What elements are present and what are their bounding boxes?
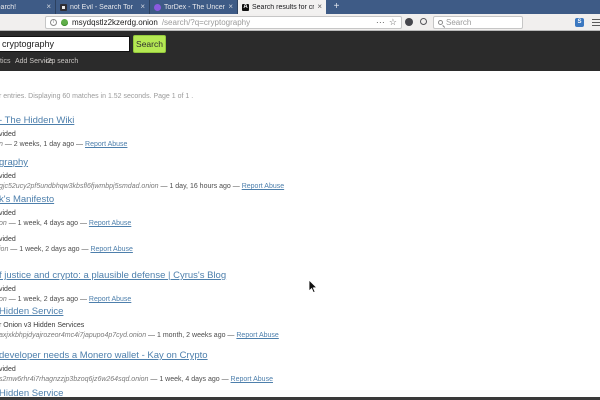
tordex-favicon-icon (154, 4, 161, 11)
ahmia-favicon-icon: A (242, 4, 249, 11)
tab-title: TorDex - The Uncensored Tor lin (164, 4, 225, 11)
new-tab-button[interactable]: + (330, 1, 343, 13)
url-host: msydqstlz2kzerdg.onion (72, 18, 158, 27)
bookmark-star-icon[interactable]: ☆ (389, 18, 397, 27)
tab-close-icon[interactable]: × (317, 3, 322, 11)
search-result: Hidden Service r Onion v3 Hidden Service… (0, 301, 597, 340)
result-description: vided (0, 286, 597, 294)
tab-title: Search! (0, 4, 43, 11)
tab-close-icon[interactable]: × (46, 3, 51, 11)
result-age: — 1 month, 2 weeks ago — (146, 332, 236, 339)
nav-link-i2p-search[interactable]: i2p search (46, 58, 78, 65)
search-result: - The Hidden Wiki vided n — 2 weeks, 1 d… (0, 110, 597, 149)
result-description: r Onion v3 Hidden Services (0, 322, 597, 330)
result-age: — 1 week, 4 days ago — (148, 376, 230, 383)
site-info-icon[interactable]: i (50, 19, 57, 26)
site-search-input[interactable] (0, 36, 130, 52)
search-result: graphy vided gjc52ucy2pf5undbhqw3kbsfl6f… (0, 152, 597, 191)
results-summary: r entries. Displaying 60 matches in 1.52… (0, 93, 193, 100)
extension-filled-circle-icon[interactable] (405, 18, 413, 26)
result-meta: n — 2 weeks, 1 day ago — Report Abuse (0, 141, 597, 149)
navigation-toolbar: i msydqstlz2kzerdg.onion/search/?q=crypt… (0, 14, 600, 31)
report-abuse-link[interactable]: Report Abuse (90, 246, 132, 253)
search-icon (438, 20, 443, 25)
result-description: vided (0, 173, 597, 181)
page-actions-icon[interactable]: ⋯ (376, 18, 385, 27)
onion-site-icon (61, 19, 68, 26)
search-result: k's Manifesto vided on — 1 week, 4 days … (0, 189, 597, 228)
tab-close-icon[interactable]: × (228, 3, 233, 11)
result-age: — 2 weeks, 1 day ago — (3, 141, 85, 148)
tab-ahmia-search[interactable]: Search! × (0, 0, 56, 14)
result-meta: ion — 1 week, 2 days ago — Report Abuse (0, 246, 597, 254)
browser-search-placeholder: Search (446, 18, 471, 27)
result-age: — 1 week, 4 days ago — (7, 220, 89, 227)
report-abuse-link[interactable]: Report Abuse (231, 376, 273, 383)
tab-close-icon[interactable]: × (140, 3, 145, 11)
result-url: on (0, 220, 7, 227)
result-description: vided (0, 210, 597, 218)
result-url: s2mw6rhr4i7rhagnzzjp3bzoq6jz6w264sqd.oni… (0, 376, 148, 383)
tab-tordex[interactable]: TorDex - The Uncensored Tor lin × (150, 0, 238, 14)
tab-title: not Evil - Search Tor (70, 4, 137, 11)
search-result: developer needs a Monero wallet - Kay on… (0, 345, 597, 384)
report-abuse-link[interactable]: Report Abuse (236, 332, 278, 339)
result-title-link[interactable]: graphy (0, 157, 28, 169)
noscript-icon[interactable]: S (575, 18, 584, 27)
result-age: — 1 week, 2 days ago — (8, 246, 90, 253)
result-description: vided (0, 236, 597, 244)
result-meta: on — 1 week, 4 days ago — Report Abuse (0, 220, 597, 228)
result-meta: axjxkbhpjdyajrozeor4mc4i7japupo4p7cyd.on… (0, 332, 597, 340)
url-path: /search/?q=cryptography (162, 18, 250, 27)
hamburger-menu-icon[interactable] (592, 19, 600, 26)
result-title-link[interactable]: k's Manifesto (0, 194, 54, 206)
extension-ring-icon[interactable] (420, 18, 427, 25)
tab-title: Search results for cryptography (252, 4, 314, 11)
result-title-link[interactable]: f justice and crypto: a plausible defens… (0, 270, 226, 282)
nav-link-statistics[interactable]: tics (0, 58, 11, 65)
search-result: f justice and crypto: a plausible defens… (0, 265, 597, 304)
search-result: vided ion — 1 week, 2 days ago — Report … (0, 236, 597, 254)
browser-window: Search! × not Evil - Search Tor × TorDex… (0, 0, 600, 400)
browser-search-box[interactable]: Search (433, 16, 523, 29)
tab-bar: Search! × not Evil - Search Tor × TorDex… (0, 0, 600, 14)
report-abuse-link[interactable]: Report Abuse (85, 141, 127, 148)
result-description: vided (0, 366, 597, 374)
result-title-link[interactable]: developer needs a Monero wallet - Kay on… (0, 350, 208, 362)
result-title-link[interactable]: - The Hidden Wiki (0, 115, 74, 127)
tab-notevil[interactable]: not Evil - Search Tor × (56, 0, 150, 14)
result-url: axjxkbhpjdyajrozeor4mc4i7japupo4p7cyd.on… (0, 332, 146, 339)
result-description: vided (0, 131, 597, 139)
report-abuse-link[interactable]: Report Abuse (89, 220, 131, 227)
notevil-favicon-icon (60, 4, 67, 11)
url-bar[interactable]: i msydqstlz2kzerdg.onion/search/?q=crypt… (45, 16, 402, 29)
site-header: Search tics Add Service i2p search (0, 31, 600, 71)
tab-search-results-active[interactable]: A Search results for cryptography × (238, 0, 326, 14)
site-search-button[interactable]: Search (133, 35, 166, 53)
result-title-link[interactable]: Hidden Service (0, 306, 63, 318)
